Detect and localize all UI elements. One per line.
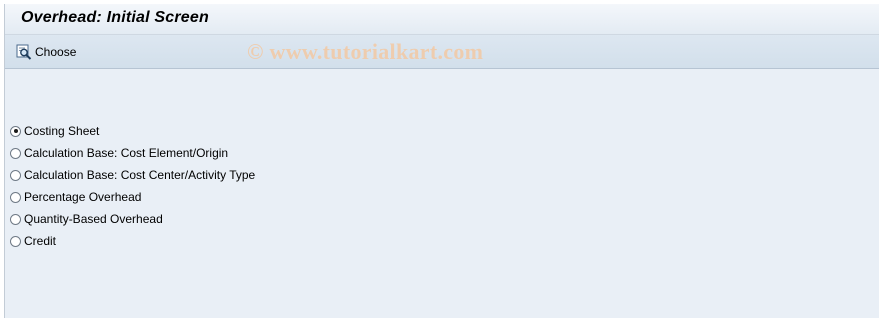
option-label: Quantity-Based Overhead: [24, 212, 163, 226]
option-label: Calculation Base: Cost Center/Activity T…: [24, 168, 256, 182]
option-percentage-overhead[interactable]: Percentage Overhead: [10, 186, 255, 208]
choose-button-label: Choose: [35, 45, 77, 59]
option-label: Costing Sheet: [24, 124, 100, 138]
radio-button[interactable]: [10, 191, 21, 203]
sap-window: Overhead: Initial Screen Choose © www.tu…: [4, 4, 879, 318]
choose-button[interactable]: Choose: [16, 43, 76, 61]
radio-button[interactable]: [10, 125, 21, 137]
option-calc-base-cost-center-activity-type[interactable]: Calculation Base: Cost Center/Activity T…: [10, 164, 255, 186]
overhead-options-radio-group: Costing Sheet Calculation Base: Cost Ele…: [10, 120, 255, 252]
option-label: Percentage Overhead: [24, 190, 142, 204]
option-label: Calculation Base: Cost Element/Origin: [24, 146, 229, 160]
radio-button[interactable]: [10, 235, 21, 247]
page-title: Overhead: Initial Screen: [21, 9, 209, 26]
radio-button[interactable]: [10, 169, 21, 181]
option-calc-base-cost-element-origin[interactable]: Calculation Base: Cost Element/Origin: [10, 142, 255, 164]
option-costing-sheet[interactable]: Costing Sheet: [10, 120, 255, 142]
application-toolbar: Choose © www.tutorialkart.com: [5, 35, 879, 69]
choose-magnifier-icon: [16, 44, 32, 60]
option-quantity-based-overhead[interactable]: Quantity-Based Overhead: [10, 208, 255, 230]
option-credit[interactable]: Credit: [10, 230, 255, 252]
title-bar: Overhead: Initial Screen: [5, 4, 879, 35]
radio-button[interactable]: [10, 213, 21, 225]
radio-button[interactable]: [10, 147, 21, 159]
watermark: © www.tutorialkart.com: [247, 39, 484, 64]
option-label: Credit: [24, 234, 57, 248]
